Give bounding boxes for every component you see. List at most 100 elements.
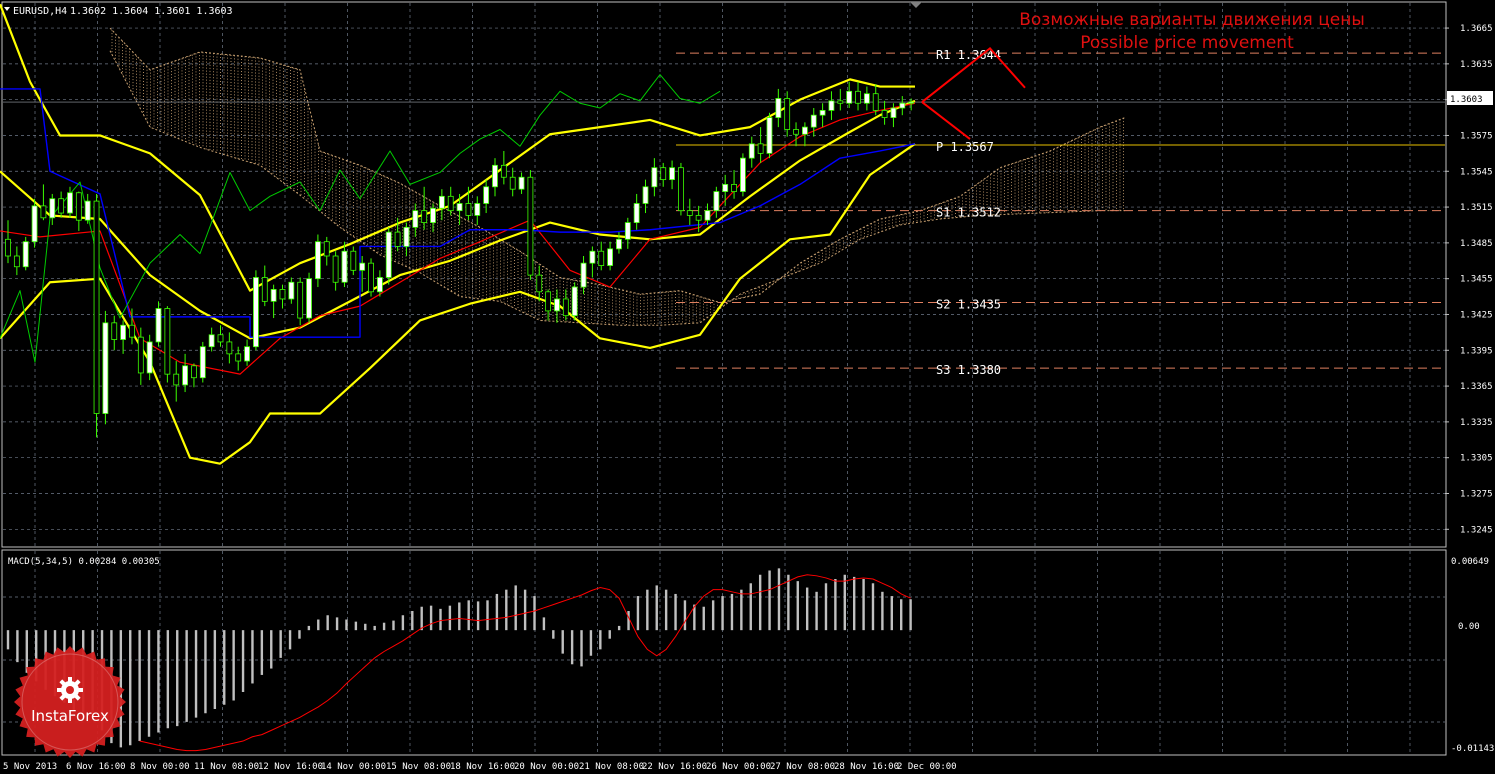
candle-body (288, 281, 295, 300)
price-tick-label: 1.3245 (1460, 525, 1493, 535)
candle-body (492, 164, 498, 188)
candle-body (784, 98, 791, 130)
macd-axis-bottom: -0.01143 (1451, 744, 1494, 754)
candle-body (182, 365, 188, 386)
candle-body (208, 334, 215, 348)
time-tick-label: 11 Nov 08:00 (194, 762, 259, 772)
candle-body (31, 205, 38, 243)
candle-body (518, 176, 525, 190)
candle-body (509, 176, 516, 190)
candle-body (13, 255, 20, 268)
candle-body (279, 289, 286, 300)
time-tick-label: 5 Nov 2013 (3, 762, 57, 772)
main-chart-frame (1, 1, 1447, 548)
macd-axis-zero: 0.00 (1458, 622, 1480, 632)
price-tick-label: 1.3485 (1460, 239, 1493, 249)
time-axis: 5 Nov 2013 6 Nov 16:00 8 Nov 00:00 11 Nov 0… (3, 762, 957, 772)
candle-body (483, 186, 490, 204)
candle-body (527, 176, 534, 276)
candle-body (740, 157, 746, 192)
time-tick-label: 21 Nov 08:00 (579, 762, 644, 772)
candle-body (261, 277, 268, 302)
candle-body (669, 167, 675, 181)
candle-body (713, 191, 720, 212)
candle-body (376, 277, 383, 293)
candle-body (571, 286, 578, 317)
candle-body (722, 183, 729, 192)
candle-body (855, 90, 861, 104)
candle-body (226, 341, 233, 355)
candle-body (137, 336, 144, 374)
candle-body (748, 143, 755, 159)
annotation-en: Possible price movement (1080, 33, 1294, 53)
candle-body (421, 210, 428, 223)
candle-body (22, 241, 29, 268)
price-tick-label: 1.3365 (1460, 382, 1493, 392)
candle-body (633, 203, 640, 223)
candle-body (500, 164, 507, 178)
ohlc-label: 1.3602 1.3604 1.3601 1.3603 (70, 6, 233, 17)
candle-body (863, 93, 870, 104)
candle-body (536, 274, 543, 293)
pivot-label-s3: S3 1.3380 (936, 363, 1001, 377)
time-tick-label: 12 Nov 16:00 (258, 762, 323, 772)
candle-body (155, 308, 162, 343)
time-tick-label: 8 Nov 00:00 (130, 762, 190, 772)
candle-body (686, 210, 693, 216)
time-tick-label: 2 Dec 00:00 (897, 762, 957, 772)
candle-body (837, 100, 844, 104)
price-tick-label: 1.3275 (1460, 489, 1493, 499)
candle-body (766, 117, 773, 154)
candle-body (678, 167, 684, 212)
time-tick-label: 18 Nov 16:00 (450, 762, 515, 772)
price-tick-label: 1.3515 (1460, 203, 1493, 213)
candle-body (580, 262, 587, 288)
candle-body (438, 195, 445, 209)
current-price-text: 1.3603 (1450, 95, 1483, 105)
candle-body (890, 107, 897, 118)
chart-canvas: R1 1.3644P 1.3567S1 1.3512S2 1.3435S3 1.… (0, 1, 1494, 772)
candle-body (447, 195, 454, 212)
candle-body (846, 90, 853, 104)
candle-body (819, 110, 826, 116)
candle-body (173, 373, 180, 386)
candle-body (562, 298, 569, 317)
pivot-label-p: P 1.3567 (936, 140, 994, 154)
time-tick-label: 14 Nov 00:00 (321, 762, 386, 772)
candle-body (545, 291, 552, 312)
candle-body (616, 238, 622, 250)
candle-body (474, 203, 481, 216)
price-tick-label: 1.3575 (1460, 131, 1493, 141)
macd-frame (1, 549, 1447, 756)
candle-body (394, 231, 401, 247)
candle-body (332, 255, 339, 283)
price-tick-label: 1.3545 (1460, 167, 1493, 177)
candle-body (810, 114, 817, 128)
candle-body (660, 167, 667, 181)
price-tick-label: 1.3335 (1460, 418, 1493, 428)
candle-body (341, 250, 348, 283)
candle-body (350, 250, 357, 271)
candle-body (297, 281, 304, 319)
candle-body (253, 277, 259, 348)
candle-body (731, 183, 737, 192)
candle-body (828, 100, 835, 111)
candle-body (704, 210, 711, 221)
candle-body (554, 298, 560, 312)
candle-body (793, 129, 799, 135)
price-tick-label: 1.3395 (1460, 346, 1493, 356)
candle-body (270, 289, 277, 302)
time-tick-label: 20 Nov 00:00 (514, 762, 579, 772)
time-tick-label: 26 Nov 00:00 (706, 762, 771, 772)
candle-body (235, 353, 242, 362)
pivot-label-s1: S1 1.3512 (936, 206, 1001, 220)
time-tick-label: 15 Nov 08:00 (386, 762, 451, 772)
macd-header: MACD(5,34,5) 0.00284 0.00305 (8, 557, 160, 567)
candle-body (642, 186, 649, 204)
annotation-ru: Возможные варианты движения цены (1019, 10, 1365, 30)
candle-body (58, 198, 65, 214)
candle-body (589, 250, 596, 264)
candle-body (49, 198, 56, 219)
candle-body (323, 241, 330, 257)
candle-body (465, 203, 472, 216)
